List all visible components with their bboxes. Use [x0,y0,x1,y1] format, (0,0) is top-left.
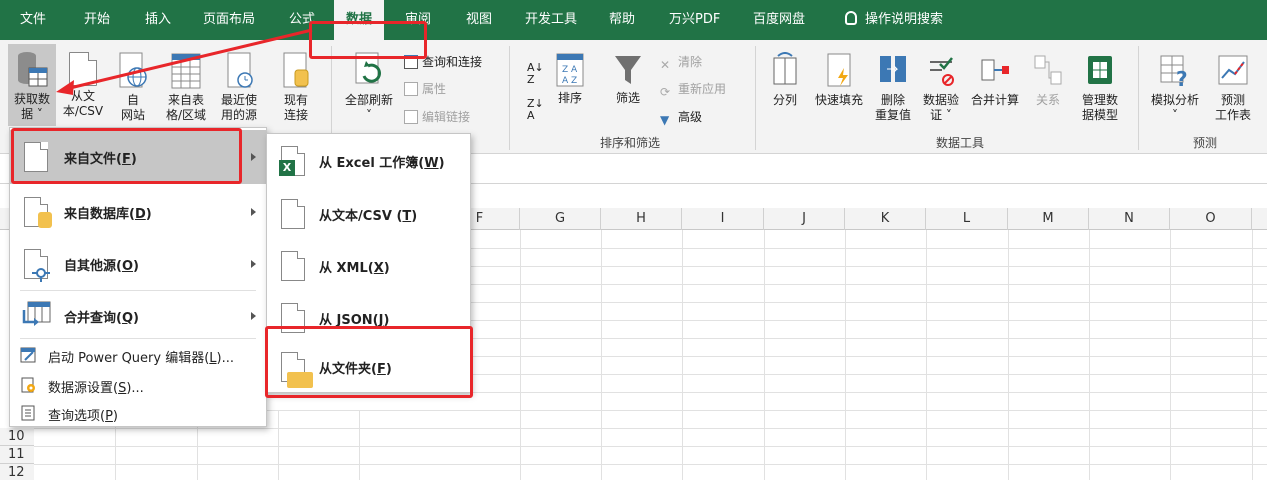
annotation-arrow [56,28,313,95]
